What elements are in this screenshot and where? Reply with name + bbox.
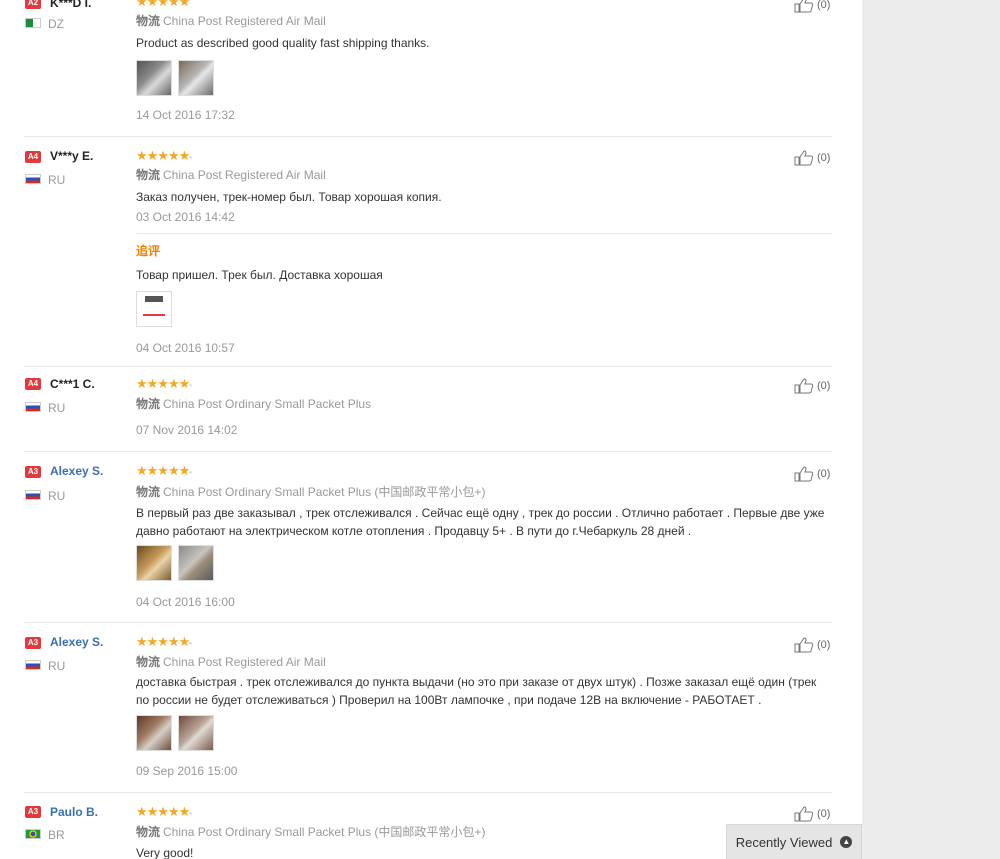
review-photos bbox=[136, 545, 214, 581]
review-date: 09 Sep 2016 15:00 bbox=[136, 764, 238, 778]
helpful-count: (0) bbox=[817, 639, 831, 651]
review-divider bbox=[24, 792, 832, 793]
flag-ru-icon bbox=[25, 402, 41, 412]
review-divider bbox=[24, 451, 832, 452]
thumbs-up-icon bbox=[794, 466, 814, 482]
chevron-up-icon: ▲ bbox=[840, 836, 853, 848]
review-photos bbox=[136, 715, 214, 751]
helpful-count: (0) bbox=[817, 380, 831, 392]
buyer-name[interactable]: Alexey S. bbox=[50, 635, 103, 649]
buyer-level-badge: A3 bbox=[25, 637, 41, 649]
review-text: Product as described good quality fast s… bbox=[136, 36, 430, 50]
review-date: 03 Oct 2016 14:42 bbox=[136, 210, 235, 224]
buyer-country: BR bbox=[48, 828, 65, 842]
review-date: 07 Nov 2016 14:02 bbox=[136, 423, 238, 437]
buyer-country: RU bbox=[48, 401, 66, 415]
thumbs-up-icon bbox=[794, 378, 814, 394]
shipping-method: 物流 China Post Registered Air Mail bbox=[136, 655, 326, 669]
buyer-level-badge: A4 bbox=[25, 151, 41, 163]
followup-text: Товар пришел. Трек был. Доставка хорошая bbox=[136, 268, 383, 282]
helpful-button[interactable]: (0) bbox=[794, 806, 840, 822]
thumbs-up-icon bbox=[794, 0, 814, 13]
shipping-method: 物流 China Post Registered Air Mail bbox=[136, 14, 326, 28]
buyer-level-badge: A3 bbox=[25, 806, 41, 818]
right-gray-panel bbox=[862, 0, 1000, 859]
rating-stars: ★★★★★• bbox=[136, 463, 193, 478]
flag-ru-icon bbox=[25, 660, 41, 670]
buyer-name[interactable]: Paulo B. bbox=[50, 805, 98, 819]
review-text: Very good! bbox=[136, 846, 194, 859]
helpful-count: (0) bbox=[817, 468, 831, 480]
helpful-button[interactable]: (0) bbox=[794, 0, 840, 13]
review-photo[interactable] bbox=[136, 545, 172, 581]
review-divider bbox=[24, 622, 832, 623]
helpful-count: (0) bbox=[817, 152, 831, 164]
buyer-country: DZ bbox=[48, 17, 64, 31]
helpful-button[interactable]: (0) bbox=[794, 637, 840, 653]
review-photo[interactable] bbox=[136, 291, 172, 327]
helpful-button[interactable]: (0) bbox=[794, 378, 840, 394]
reviews-feed: A2 K***D I. DZ ★★★★★ 物流 China Post Regist… bbox=[0, 0, 862, 859]
thumbs-up-icon bbox=[794, 806, 814, 822]
review-photo[interactable] bbox=[178, 545, 214, 581]
buyer-level-badge: A4 bbox=[25, 378, 41, 390]
thumbs-up-icon bbox=[794, 637, 814, 653]
review-divider bbox=[24, 366, 832, 367]
review-divider bbox=[24, 136, 832, 137]
review-photo[interactable] bbox=[136, 60, 172, 96]
review-date: 14 Oct 2016 17:32 bbox=[136, 108, 235, 122]
buyer-country: RU bbox=[48, 659, 66, 673]
followup-divider bbox=[136, 233, 832, 234]
buyer-name: K***D I. bbox=[50, 0, 92, 10]
review-photos bbox=[136, 60, 214, 96]
rating-stars: ★★★★★• bbox=[136, 634, 193, 649]
followup-label: 追评 bbox=[136, 244, 161, 258]
shipping-method: 物流 China Post Ordinary Small Packet Plus bbox=[136, 397, 372, 411]
shipping-method: 物流 China Post Ordinary Small Packet Plus … bbox=[136, 485, 486, 499]
buyer-name[interactable]: Alexey S. bbox=[50, 464, 103, 478]
helpful-count: (0) bbox=[817, 808, 831, 820]
rating-stars: ★★★★★• bbox=[136, 376, 193, 391]
buyer-level-badge: A3 bbox=[25, 466, 41, 478]
review-photo[interactable] bbox=[136, 715, 172, 751]
flag-ru-icon bbox=[25, 490, 41, 500]
review-text: Заказ получен, трек-номер был. Товар хор… bbox=[136, 190, 442, 204]
review-date: 04 Oct 2016 16:00 bbox=[136, 595, 235, 609]
flag-br-icon bbox=[25, 829, 41, 839]
review-text: доставка быстрая . трек отслеживался до … bbox=[136, 675, 817, 707]
recently-viewed-tab[interactable]: Recently Viewed ▲ bbox=[726, 824, 862, 859]
shipping-method: 物流 China Post Ordinary Small Packet Plus … bbox=[136, 825, 486, 839]
rating-stars: ★★★★★• bbox=[136, 804, 193, 819]
review-photo[interactable] bbox=[178, 715, 214, 751]
helpful-count: (0) bbox=[817, 0, 831, 11]
rating-stars: ★★★★★ bbox=[136, 0, 190, 9]
followup-photos bbox=[136, 291, 172, 327]
buyer-level-badge: A2 bbox=[25, 0, 41, 9]
buyer-name: V***y E. bbox=[50, 149, 94, 163]
review-text: В первый раз две заказывал , трек отслеж… bbox=[136, 506, 825, 538]
rating-stars: ★★★★★• bbox=[136, 148, 193, 163]
review-photo[interactable] bbox=[178, 60, 214, 96]
buyer-name: C***1 C. bbox=[50, 377, 95, 391]
recently-viewed-label: Recently Viewed bbox=[735, 834, 833, 850]
followup-date: 04 Oct 2016 10:57 bbox=[136, 341, 235, 355]
thumbs-up-icon bbox=[794, 150, 814, 166]
shipping-method: 物流 China Post Registered Air Mail bbox=[136, 168, 326, 182]
helpful-button[interactable]: (0) bbox=[794, 466, 840, 482]
flag-ru-icon bbox=[25, 174, 41, 184]
helpful-button[interactable]: (0) bbox=[794, 150, 840, 166]
buyer-country: RU bbox=[48, 489, 66, 503]
buyer-country: RU bbox=[48, 173, 66, 187]
flag-dz-icon bbox=[25, 18, 41, 28]
